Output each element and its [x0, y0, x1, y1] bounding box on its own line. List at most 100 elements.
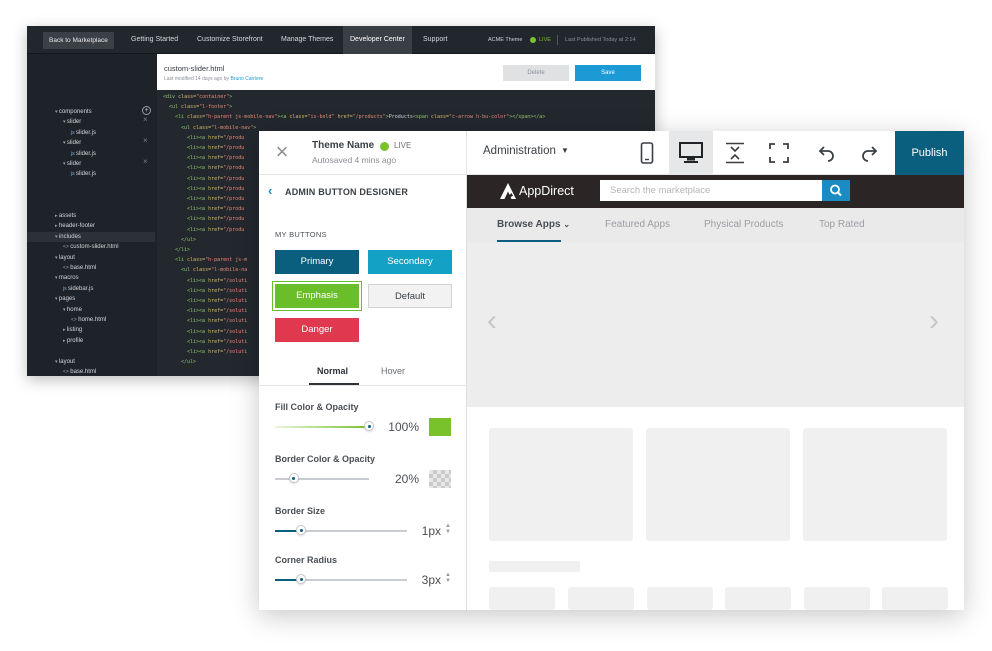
file-tree-item[interactable]: js slider.js [27, 169, 155, 179]
file-tree-item[interactable]: ▾ slider [27, 138, 155, 148]
border-size-stepper[interactable]: ▲ ▼ [445, 523, 451, 535]
live-status-dot [380, 142, 389, 151]
file-author-link[interactable]: Bruno Carriere [230, 76, 263, 82]
file-tree-item[interactable]: js slider.js [27, 128, 155, 138]
nav-support[interactable]: Support [423, 26, 448, 54]
file-tree-label: assets [58, 213, 77, 219]
corner-radius-handle[interactable] [296, 574, 307, 584]
search-button[interactable] [822, 180, 850, 201]
file-tree-item[interactable]: ▾ home [27, 305, 155, 315]
tab-normal[interactable]: Normal [317, 366, 348, 376]
fill-opacity-slider[interactable] [275, 426, 369, 428]
tab-browse-apps[interactable]: Browse Apps ⌄ [497, 219, 570, 230]
close-icon[interactable]: × [273, 141, 291, 163]
tab-hover[interactable]: Hover [381, 366, 405, 376]
code-line: <li><a href="/produ [187, 145, 245, 151]
last-published: Last Published Today at 2:14 [565, 37, 636, 43]
file-tree-item[interactable]: ▸ assets [27, 211, 155, 221]
border-color-swatch[interactable] [429, 470, 451, 488]
undo-icon[interactable] [804, 131, 848, 175]
file-tree-item[interactable]: ▾ components [27, 107, 155, 117]
secondary-button-style[interactable]: Secondary [368, 250, 452, 274]
border-opacity-value: 20% [394, 472, 419, 486]
file-tree-label: layout [58, 254, 75, 261]
view-select[interactable]: Administration [483, 145, 556, 157]
tab-top-rated[interactable]: Top Rated [819, 219, 865, 230]
danger-button-style[interactable]: Danger [275, 318, 359, 342]
code-line: <li><a href="/produ [187, 165, 245, 172]
tab-featured-apps[interactable]: Featured Apps [605, 219, 670, 230]
primary-button-style[interactable]: Primary [275, 250, 359, 274]
file-tree-item[interactable]: <> custom-slider.html [27, 242, 155, 252]
dev-topbar: Back to Marketplace Getting Started Cust… [27, 26, 655, 54]
chevron-left-icon[interactable]: ‹ [268, 183, 272, 198]
file-tree-item[interactable]: ▾ slider [27, 159, 155, 169]
border-size-label: Border Size [275, 506, 326, 516]
code-line: <li><a href="/produ [187, 185, 245, 192]
close-icon[interactable]: × [143, 136, 148, 146]
appdirect-logo-icon [500, 183, 516, 199]
tile-placeholder [568, 587, 634, 610]
delete-button[interactable]: Delete [503, 65, 569, 81]
emphasis-button-style[interactable]: Emphasis [272, 281, 362, 311]
chevron-left-icon[interactable]: ‹ [487, 304, 497, 338]
file-meta: Last modified 14 days ago by Bruno Carri… [164, 76, 263, 82]
file-name: custom-slider.html [164, 64, 225, 73]
file-tree-item[interactable]: ▾ includes [27, 231, 155, 242]
back-to-marketplace-button[interactable]: Back to Marketplace [43, 32, 114, 49]
nav-manage-themes[interactable]: Manage Themes [281, 26, 333, 54]
preview-header: AppDirect Search the marketplace [467, 175, 964, 208]
appdirect-logo[interactable]: AppDirect [499, 182, 574, 200]
save-button[interactable]: Save [575, 65, 641, 81]
nav-getting-started[interactable]: Getting Started [131, 26, 178, 54]
file-tree-item[interactable]: ▾ layout [27, 357, 155, 367]
default-button-style[interactable]: Default [368, 284, 452, 308]
file-tree-label: header-footer [58, 223, 95, 230]
tile-placeholder [647, 587, 713, 610]
close-icon[interactable]: × [143, 115, 148, 125]
file-tree-item[interactable]: js slider.js [27, 149, 155, 159]
close-icon[interactable]: × [143, 157, 148, 167]
fullscreen-icon[interactable] [757, 131, 801, 175]
file-tree-item[interactable]: ▸ profile [27, 336, 155, 346]
border-size-handle[interactable] [296, 525, 307, 535]
file-tree-item[interactable]: ▾ layout [27, 253, 155, 263]
file-tree-item[interactable]: js sidebar.js [27, 284, 155, 294]
nav-developer-center[interactable]: Developer Center [343, 26, 412, 54]
text-placeholder [489, 561, 580, 572]
code-line: <li><a href="/produ [187, 226, 245, 233]
corner-radius-stepper[interactable]: ▲ ▼ [445, 572, 451, 584]
chevron-right-icon[interactable]: › [929, 304, 939, 338]
file-tree-item[interactable]: <> base.html [27, 263, 155, 273]
theme-name: ACME Theme [488, 37, 523, 43]
file-tree-item[interactable]: ▸ listing [27, 325, 155, 335]
file-tree-item[interactable]: ▸ header-footer [27, 221, 155, 231]
publish-button[interactable]: Publish [895, 131, 964, 175]
marketplace-search-input[interactable]: Search the marketplace [600, 180, 822, 201]
file-tree-label: profile [66, 337, 84, 344]
file-tree-item[interactable]: ▾ macros [27, 273, 155, 283]
file-tree-label: custom-slider.html [70, 244, 119, 251]
tab-physical-products[interactable]: Physical Products [704, 219, 783, 230]
nav-customize-storefront[interactable]: Customize Storefront [197, 26, 263, 54]
file-tree-item[interactable]: <> base.html [27, 367, 155, 376]
file-tree-label: layout [58, 358, 75, 365]
file-tree-item[interactable]: ▾ slider [27, 117, 155, 127]
file-tree-item[interactable]: ▾ pages [27, 294, 155, 304]
mobile-view-icon[interactable] [625, 131, 669, 175]
border-size-value: 1px [421, 524, 441, 538]
fill-color-swatch[interactable] [429, 418, 451, 436]
code-line: <div class="container"> [163, 94, 233, 100]
live-status-dot [530, 37, 536, 43]
caret-down-icon[interactable]: ▼ [561, 146, 569, 155]
file-tree-label: slider [66, 161, 82, 167]
file-tree-item[interactable]: <> home.html [27, 315, 155, 325]
code-line: <li class="h-parent js-m [175, 257, 248, 264]
desktop-view-icon[interactable] [669, 131, 713, 175]
redo-icon[interactable] [848, 131, 892, 175]
fill-opacity-handle[interactable] [364, 421, 374, 431]
corner-radius-label: Corner Radius [275, 555, 338, 565]
file-tree-label: macros [58, 275, 79, 282]
border-opacity-handle[interactable] [288, 473, 299, 483]
fit-height-icon[interactable] [713, 131, 757, 175]
